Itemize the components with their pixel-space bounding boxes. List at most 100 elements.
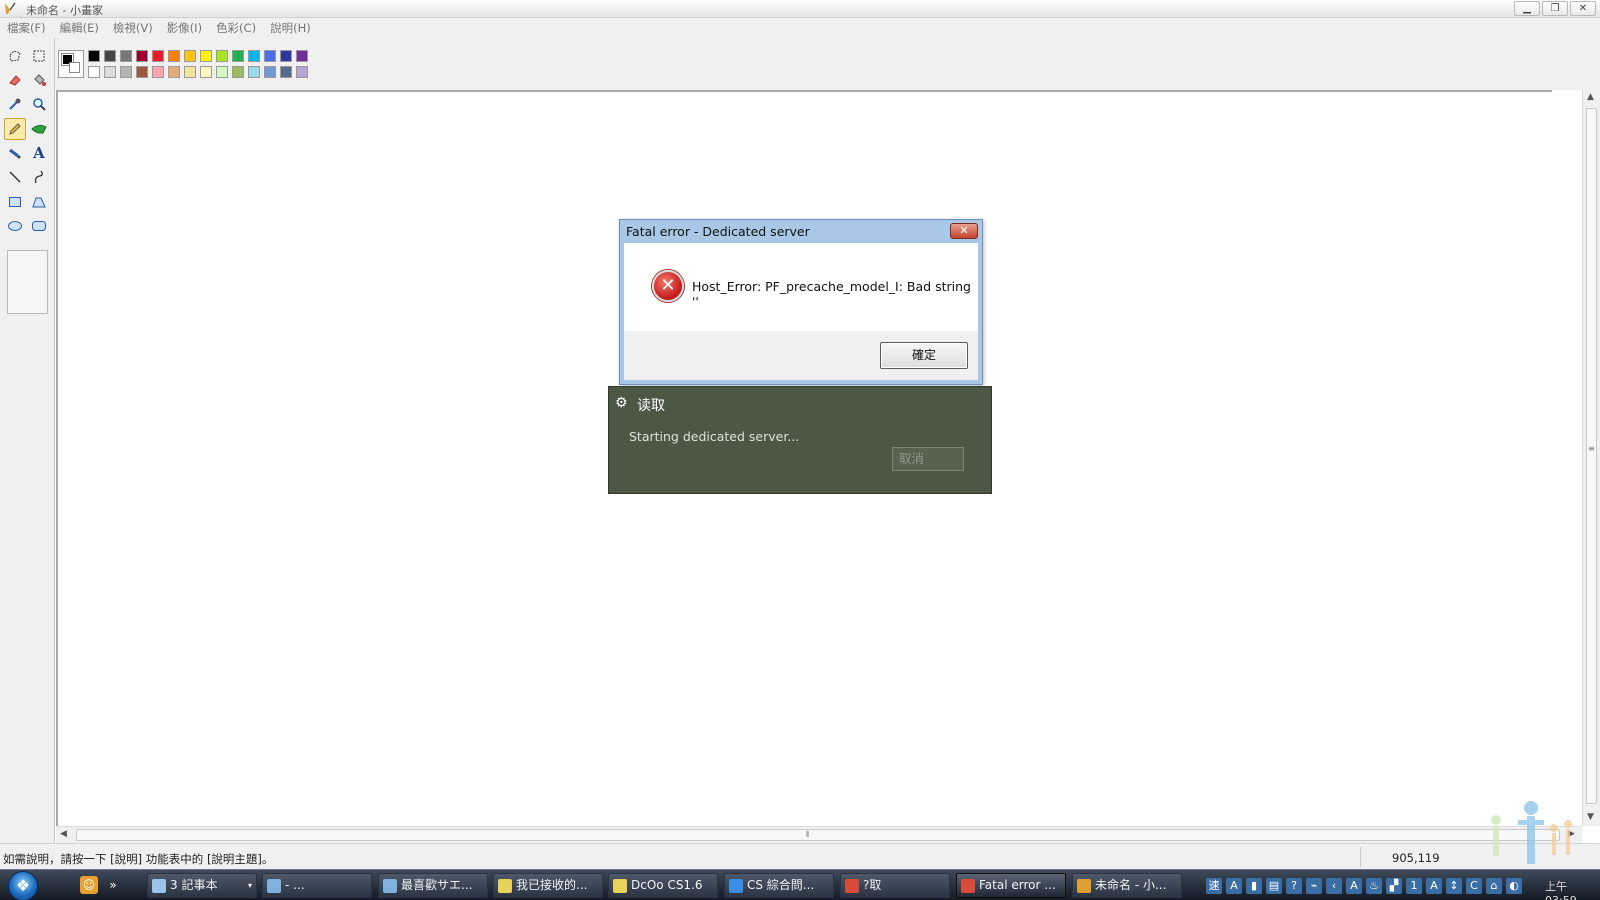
- dialog-close-button[interactable]: ✕: [950, 223, 978, 239]
- color-swatch[interactable]: [152, 50, 164, 62]
- vertical-scroll-thumb[interactable]: [1586, 108, 1597, 804]
- current-colors[interactable]: [58, 50, 84, 78]
- color-swatch[interactable]: [152, 66, 164, 78]
- tray-icon[interactable]: 1: [1406, 877, 1422, 894]
- tray-icon[interactable]: A: [1226, 877, 1242, 894]
- color-swatch[interactable]: [232, 66, 244, 78]
- scroll-left-icon[interactable]: ◀: [60, 829, 67, 839]
- menu-colors[interactable]: 色彩(C): [216, 20, 256, 36]
- color-swatch[interactable]: [88, 50, 100, 62]
- menu-edit[interactable]: 編輯(E): [60, 20, 99, 36]
- tray-icon[interactable]: ⌁: [1306, 877, 1322, 894]
- task-group-arrow-icon[interactable]: ▾: [248, 874, 252, 897]
- color-swatch[interactable]: [168, 50, 180, 62]
- color-swatch[interactable]: [104, 66, 116, 78]
- taskbar-task[interactable]: Fatal error ...: [956, 873, 1066, 898]
- horizontal-scroll-thumb[interactable]: [76, 829, 1560, 841]
- color-swatch[interactable]: [120, 66, 132, 78]
- quick-launch-icon[interactable]: ☺: [80, 876, 98, 894]
- color-swatch[interactable]: [280, 50, 292, 62]
- tray-icon[interactable]: ‹: [1326, 877, 1342, 894]
- close-window-button[interactable]: ✕: [1570, 1, 1596, 16]
- color-swatch[interactable]: [120, 50, 132, 62]
- tray-icon[interactable]: A: [1346, 877, 1362, 894]
- fill-bucket-icon[interactable]: [28, 69, 50, 91]
- pencil-icon[interactable]: [4, 118, 26, 140]
- rectangle-icon[interactable]: [4, 191, 26, 213]
- background-color[interactable]: [69, 62, 80, 73]
- color-swatch[interactable]: [248, 66, 260, 78]
- taskbar-task[interactable]: DcOo CS1.6: [608, 873, 718, 898]
- scroll-up-icon[interactable]: ▲: [1587, 92, 1594, 102]
- free-select-icon[interactable]: [4, 45, 26, 67]
- tray-icon[interactable]: ?: [1286, 877, 1302, 894]
- color-swatch[interactable]: [280, 66, 292, 78]
- color-swatch[interactable]: [216, 66, 228, 78]
- menu-file[interactable]: 檔案(F): [7, 20, 46, 36]
- tray-icon[interactable]: ◐: [1506, 877, 1522, 894]
- task-app-icon: [152, 878, 166, 893]
- scroll-down-icon[interactable]: ▼: [1587, 812, 1594, 822]
- taskbar-task[interactable]: 3 記事本 ▾: [147, 873, 257, 898]
- rect-select-icon[interactable]: [28, 45, 50, 67]
- line-icon[interactable]: [4, 166, 26, 188]
- color-swatch[interactable]: [200, 66, 212, 78]
- error-icon: ✕: [652, 270, 684, 302]
- airbrush-icon[interactable]: [4, 142, 26, 164]
- cursor-coordinates: 905,119: [1392, 851, 1440, 865]
- minimize-button[interactable]: ▁: [1514, 1, 1540, 16]
- taskbar-task[interactable]: ?取: [840, 873, 950, 898]
- color-swatch[interactable]: [104, 50, 116, 62]
- ok-button[interactable]: 確定: [880, 342, 968, 369]
- brush-icon[interactable]: [28, 118, 50, 140]
- color-swatch[interactable]: [168, 66, 180, 78]
- color-swatch[interactable]: [136, 50, 148, 62]
- tray-icon[interactable]: ↕: [1446, 877, 1462, 894]
- color-picker-icon[interactable]: [4, 93, 26, 115]
- color-swatch[interactable]: [248, 50, 260, 62]
- tray-icon[interactable]: ⌂: [1486, 877, 1502, 894]
- vertical-scrollbar[interactable]: ▲ ≡ ▼: [1582, 90, 1600, 826]
- taskbar-task[interactable]: 未命名 - 小...: [1072, 873, 1182, 898]
- color-swatch[interactable]: [296, 50, 308, 62]
- text-icon[interactable]: A: [28, 142, 50, 164]
- tray-icon[interactable]: ▮: [1246, 877, 1262, 894]
- tray-icon[interactable]: ▤: [1266, 877, 1282, 894]
- taskbar-task[interactable]: CS 綜合問...: [724, 873, 834, 898]
- restore-button[interactable]: ❐: [1542, 1, 1568, 16]
- rounded-rect-icon[interactable]: [28, 215, 50, 237]
- color-swatch[interactable]: [184, 66, 196, 78]
- tray-icon[interactable]: A: [1426, 877, 1442, 894]
- color-swatch[interactable]: [264, 66, 276, 78]
- taskbar-task[interactable]: 我已接收的...: [493, 873, 603, 898]
- grip-icon: ⦀: [806, 830, 810, 839]
- cancel-button[interactable]: 取消: [892, 447, 964, 471]
- taskbar-task[interactable]: 最喜歡サエ...: [378, 873, 488, 898]
- tray-icon[interactable]: C: [1466, 877, 1482, 894]
- tray-icon[interactable]: ♨: [1366, 877, 1382, 894]
- color-swatch[interactable]: [184, 50, 196, 62]
- eraser-icon[interactable]: [4, 69, 26, 91]
- color-swatch[interactable]: [232, 50, 244, 62]
- color-swatch[interactable]: [216, 50, 228, 62]
- ellipse-icon[interactable]: [4, 215, 26, 237]
- curve-icon[interactable]: [28, 166, 50, 188]
- menu-help[interactable]: 說明(H): [270, 20, 311, 36]
- taskbar-task[interactable]: - ...: [262, 873, 372, 898]
- tray-icon[interactable]: 速: [1206, 877, 1222, 894]
- menu-view[interactable]: 檢視(V): [113, 20, 153, 36]
- dialog-title: Fatal error - Dedicated server: [626, 224, 810, 239]
- tray-icon[interactable]: ▞: [1386, 877, 1402, 894]
- horizontal-scrollbar[interactable]: ◀ ⦀ ▶: [56, 826, 1582, 843]
- color-swatch[interactable]: [200, 50, 212, 62]
- color-swatch[interactable]: [264, 50, 276, 62]
- color-swatch[interactable]: [88, 66, 100, 78]
- color-swatch[interactable]: [136, 66, 148, 78]
- tool-options-panel[interactable]: [7, 250, 48, 314]
- magnifier-icon[interactable]: [28, 93, 50, 115]
- menu-image[interactable]: 影像(I): [167, 20, 202, 36]
- quick-launch-more-icon[interactable]: »: [104, 876, 122, 894]
- start-button[interactable]: ❖: [8, 871, 38, 900]
- color-swatch[interactable]: [296, 66, 308, 78]
- polygon-icon[interactable]: [28, 191, 50, 213]
